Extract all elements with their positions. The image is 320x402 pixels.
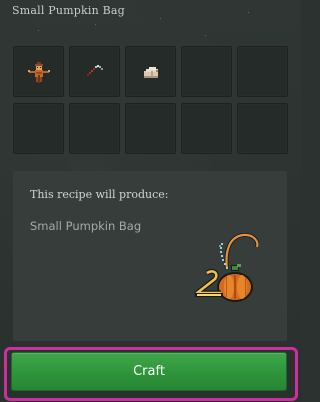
ingredient-grid	[13, 46, 288, 154]
ingredient-slot-4[interactable]	[181, 46, 232, 97]
scarecrow-icon	[27, 61, 50, 83]
ingredient-slot-1[interactable]	[13, 46, 64, 97]
result-item-name: Small Pumpkin Bag	[30, 219, 142, 233]
ingredient-slot-5[interactable]	[237, 46, 288, 97]
pumpkin-bag-icon	[194, 232, 259, 302]
background-speck	[38, 30, 39, 31]
ingredient-slot-3[interactable]	[125, 46, 176, 97]
ingredient-slot-10[interactable]	[237, 103, 288, 154]
result-panel: This recipe will produce: Small Pumpkin …	[13, 171, 287, 341]
ingredient-slot-9[interactable]	[181, 103, 232, 154]
craft-button[interactable]: Craft	[11, 352, 287, 391]
pickaxe-icon	[86, 64, 103, 76]
result-heading: This recipe will produce:	[30, 188, 169, 201]
window-title: Small Pumpkin Bag	[12, 4, 125, 17]
background-speck	[248, 12, 249, 13]
ingredient-slot-7[interactable]	[69, 103, 120, 154]
background-speck	[160, 18, 161, 19]
ingredient-slot-6[interactable]	[13, 103, 64, 154]
background-speck	[205, 35, 206, 36]
background-speck	[95, 24, 96, 25]
ingredient-slot-8[interactable]	[125, 103, 176, 154]
ingredient-slot-2[interactable]	[69, 46, 120, 97]
cloth-bundle-icon	[143, 66, 158, 78]
